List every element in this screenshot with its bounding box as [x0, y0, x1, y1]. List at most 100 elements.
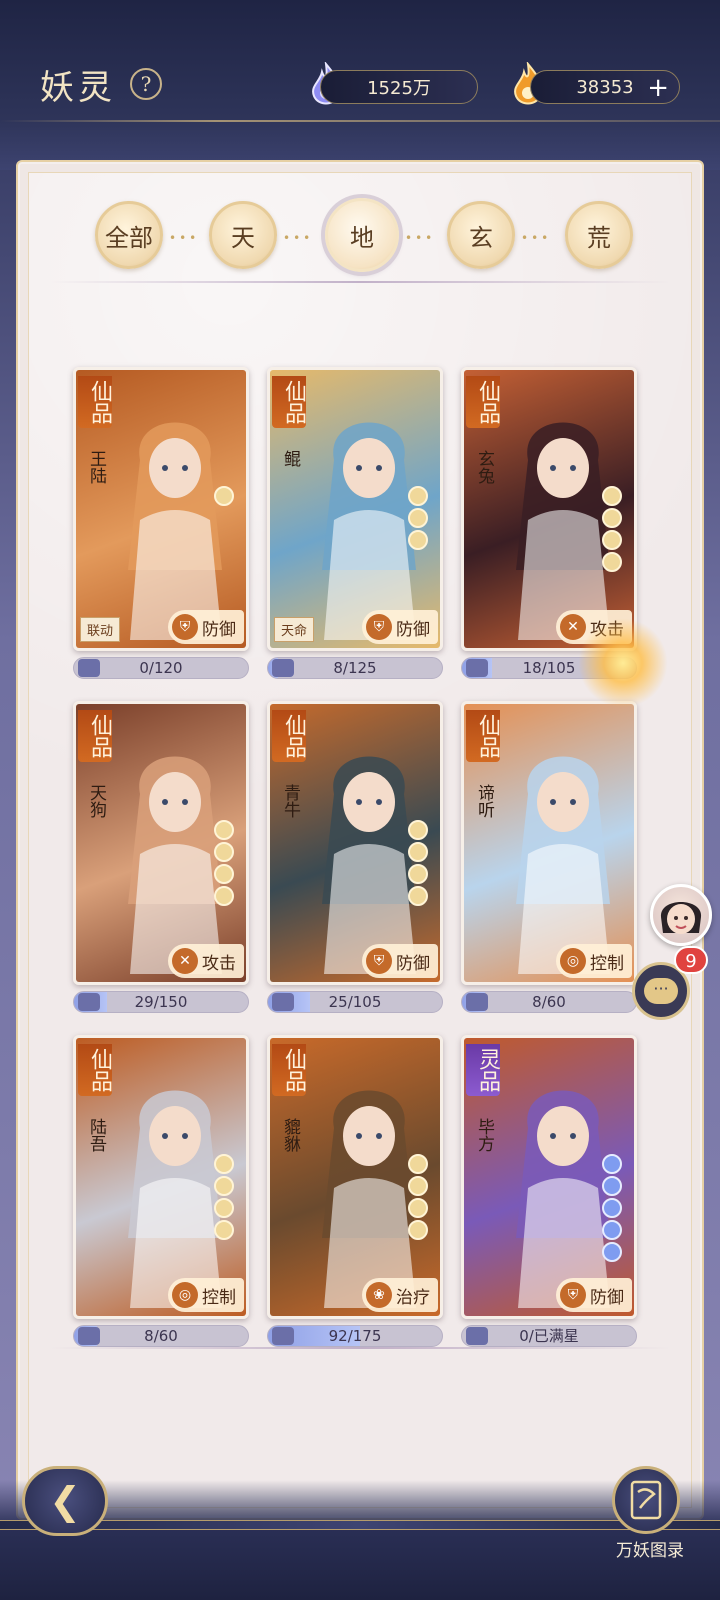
shard-progress-bar: 29/150 [73, 991, 249, 1013]
shield-icon: ⛨ [366, 948, 392, 974]
star-rating [408, 486, 430, 550]
shard-progress-bar: 25/105 [267, 991, 443, 1013]
tab-di[interactable]: 地 [325, 198, 399, 272]
role-tag: ⛨ 防御 [556, 1278, 632, 1312]
card-portrait[interactable]: 仙品 天狗 ✕ 攻击 [73, 701, 249, 985]
progress-text: 25/105 [328, 993, 382, 1011]
progress-text: 8/60 [532, 993, 566, 1011]
spirit-name: 天狗 [86, 784, 106, 818]
role-tag: ◎ 控制 [556, 944, 632, 978]
star-icon [602, 1242, 622, 1262]
spirit-card[interactable]: 灵品 毕方 ⛨ 防御 0/已满星 [461, 1035, 637, 1347]
tab-all[interactable]: 全部 [95, 201, 163, 269]
tab-huang[interactable]: 荒 [565, 201, 633, 269]
progress-text: 0/120 [139, 659, 183, 677]
card-portrait[interactable]: 仙品 貔貅 ❀ 治疗 [267, 1035, 443, 1319]
role-label: 防御 [590, 1287, 624, 1308]
shard-progress-bar: 0/已满星 [461, 1325, 637, 1347]
star-icon [214, 1176, 234, 1196]
card-portrait[interactable]: 仙品 王陆 联动 ⛨ 防御 [73, 367, 249, 651]
grid-divider [49, 1347, 671, 1349]
star-icon [408, 820, 428, 840]
grade-tag: 灵品 [466, 1044, 500, 1096]
card-portrait[interactable]: 仙品 谛听 ◎ 控制 [461, 701, 637, 985]
progress-text: 92/175 [328, 1327, 382, 1345]
star-rating [602, 1154, 624, 1262]
star-icon [408, 486, 428, 506]
help-button[interactable]: ? [130, 68, 162, 100]
swirl-icon: ◎ [172, 1282, 198, 1308]
star-icon [214, 886, 234, 906]
shard-progress-bar: 8/60 [73, 1325, 249, 1347]
spirit-name: 陆吾 [86, 1118, 106, 1152]
spirit-card[interactable]: 仙品 貔貅 ❀ 治疗 92/175 [267, 1035, 443, 1347]
back-button[interactable]: ❮ [22, 1466, 108, 1536]
grade-tag: 仙品 [78, 376, 112, 428]
star-icon [408, 1220, 428, 1240]
role-tag: ⛨ 防御 [362, 944, 438, 978]
panel-inner: 全部 ••• 天 ••• 地 ••• 玄 ••• 荒 仙品 王陆 联动 ⛨ 防御… [28, 172, 692, 1508]
codex-button[interactable] [612, 1466, 680, 1534]
spirit-card[interactable]: 仙品 谛听 ◎ 控制 8/60 [461, 701, 637, 1013]
codex-label: 万妖图录 [616, 1541, 684, 1561]
star-icon [602, 1220, 622, 1240]
chat-bubble-icon: ··· [644, 978, 678, 1004]
assistant-avatar[interactable] [650, 884, 712, 946]
spirit-name: 谛听 [474, 784, 494, 818]
currency-2-display: 38353 + [530, 70, 680, 104]
spirit-name: 青牛 [280, 784, 300, 818]
star-icon [214, 1154, 234, 1174]
card-portrait[interactable]: 仙品 青牛 ⛨ 防御 [267, 701, 443, 985]
star-icon [408, 864, 428, 884]
star-icon [602, 486, 622, 506]
tabs-divider [49, 281, 671, 283]
card-portrait[interactable]: 仙品 鲲 天命 ⛨ 防御 [267, 367, 443, 651]
tab-xuan[interactable]: 玄 [447, 201, 515, 269]
swirl-icon: ◎ [560, 948, 586, 974]
star-icon [602, 552, 622, 572]
spirit-card[interactable]: 仙品 王陆 联动 ⛨ 防御 0/120 [73, 367, 249, 679]
book-icon [630, 1480, 662, 1520]
role-tag: ⛨ 防御 [168, 610, 244, 644]
grade-tag: 仙品 [78, 1044, 112, 1096]
role-label: 控制 [590, 953, 624, 974]
currency-2-value: 38353 [576, 76, 634, 98]
shard-progress-bar: 8/125 [267, 657, 443, 679]
card-portrait[interactable]: 仙品 陆吾 ◎ 控制 [73, 1035, 249, 1319]
star-icon [214, 1198, 234, 1218]
role-label: 防御 [396, 619, 430, 640]
star-rating [214, 1154, 236, 1240]
spirit-card[interactable]: 仙品 天狗 ✕ 攻击 29/150 [73, 701, 249, 1013]
star-icon [214, 842, 234, 862]
swords-icon: ✕ [560, 614, 586, 640]
card-portrait[interactable]: 仙品 玄兔 ✕ 攻击 [461, 367, 637, 651]
currency-1-value: 1525万 [367, 78, 431, 99]
card-badge: 天命 [274, 617, 315, 642]
add-currency-button[interactable]: + [647, 73, 669, 103]
star-icon [214, 486, 234, 506]
star-icon [214, 1220, 234, 1240]
grade-tag: 仙品 [272, 710, 306, 762]
tab-tian[interactable]: 天 [209, 201, 277, 269]
character-illustration [516, 756, 610, 974]
shield-icon: ⛨ [172, 614, 198, 640]
grade-tag: 仙品 [78, 710, 112, 762]
tab-separator: ••• [283, 231, 314, 245]
star-icon [602, 1176, 622, 1196]
star-icon [408, 1176, 428, 1196]
star-rating [214, 486, 236, 506]
star-icon [408, 1154, 428, 1174]
swords-icon: ✕ [172, 948, 198, 974]
card-portrait[interactable]: 灵品 毕方 ⛨ 防御 [461, 1035, 637, 1319]
character-illustration [128, 422, 222, 640]
shard-progress-bar: 92/175 [267, 1325, 443, 1347]
star-icon [602, 508, 622, 528]
star-icon [408, 886, 428, 906]
role-tag: ❀ 治疗 [362, 1278, 438, 1312]
star-icon [408, 1198, 428, 1218]
role-tag: ◎ 控制 [168, 1278, 244, 1312]
spirit-name: 鲲 [280, 450, 300, 467]
spirit-card[interactable]: 仙品 鲲 天命 ⛨ 防御 8/125 [267, 367, 443, 679]
spirit-card[interactable]: 仙品 陆吾 ◎ 控制 8/60 [73, 1035, 249, 1347]
spirit-card[interactable]: 仙品 青牛 ⛨ 防御 25/105 [267, 701, 443, 1013]
